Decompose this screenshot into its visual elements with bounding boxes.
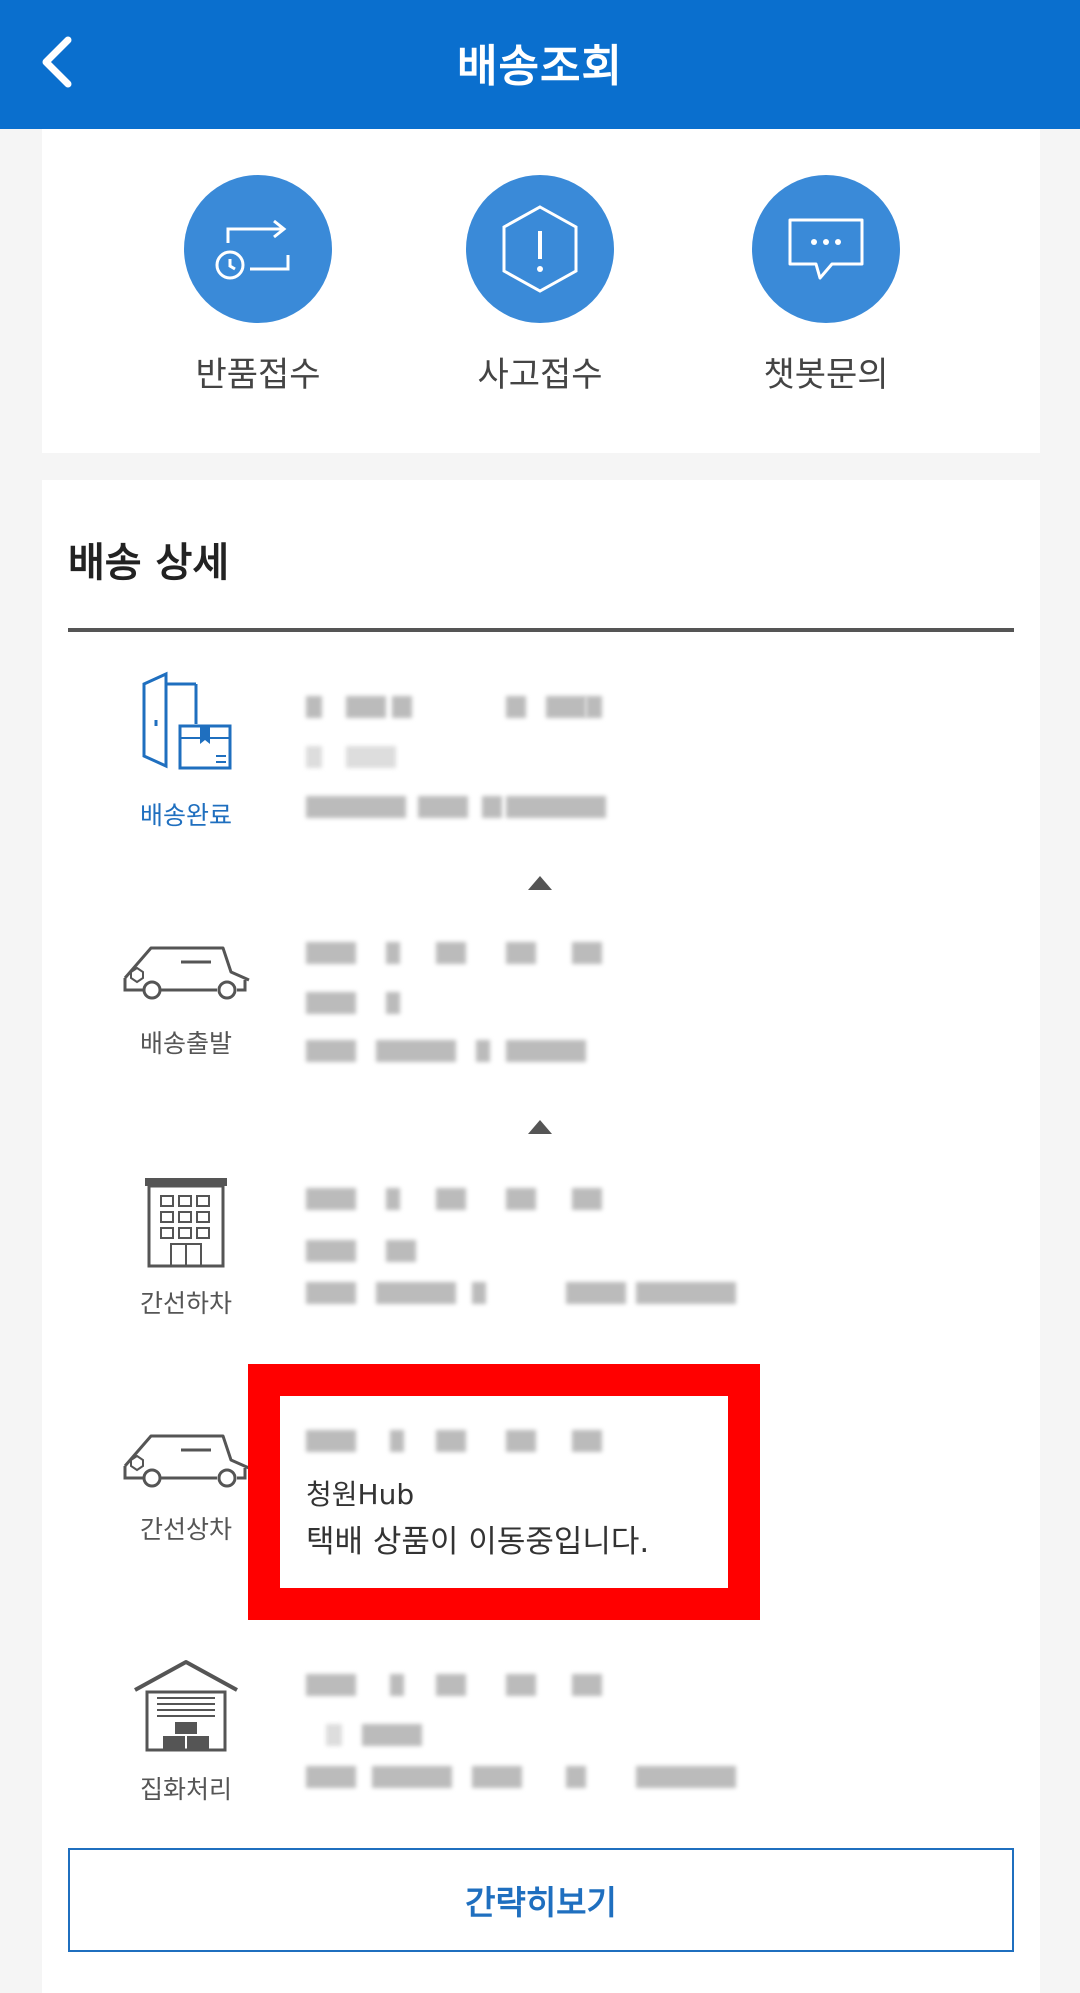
- step-label-pickup: 집화처리: [139, 1775, 232, 1804]
- warehouse-icon: [116, 1658, 256, 1754]
- step-label-delivered: 배송완료: [139, 801, 232, 830]
- chatbot-inquiry-button[interactable]: 챗봇문의: [716, 175, 936, 396]
- accident-report-button[interactable]: 사고접수: [430, 175, 650, 396]
- return-request-button[interactable]: 반품접수: [148, 175, 368, 396]
- simple-view-button[interactable]: 간략히보기: [68, 1848, 1014, 1952]
- accident-report-label: 사고접수: [477, 355, 603, 395]
- return-exchange-icon: [184, 175, 332, 323]
- delivery-detail-card: 배송 상세 배송완료 배송출발 간선하차 간선상차 청원Hub 택배 상품이 이…: [42, 480, 1040, 1993]
- divider: [68, 628, 1014, 632]
- page-title: 배송조회: [457, 41, 623, 92]
- arrow-up-icon: [528, 1120, 552, 1134]
- chatbot-icon: [752, 175, 900, 323]
- section-title: 배송 상세: [68, 540, 230, 586]
- step-label-out-for-delivery: 배송출발: [139, 1029, 232, 1058]
- location-text: 청원Hub: [306, 1478, 415, 1511]
- delivery-complete-icon: [116, 670, 256, 774]
- accident-report-icon: [466, 175, 614, 323]
- chatbot-inquiry-label: 챗봇문의: [763, 355, 889, 395]
- arrow-up-icon: [528, 876, 552, 890]
- delivery-truck-icon: [116, 1430, 256, 1490]
- return-request-label: 반품접수: [195, 355, 321, 395]
- building-icon: [116, 1174, 256, 1270]
- app-bar: 배송조회: [0, 0, 1080, 129]
- status-message: 택배 상품이 이동중입니다.: [306, 1524, 650, 1560]
- delivery-truck-icon: [116, 942, 256, 1002]
- step-label-trunk-unload: 간선하차: [139, 1289, 232, 1318]
- quick-actions-card: 반품접수 사고접수 챗봇문의: [42, 129, 1040, 453]
